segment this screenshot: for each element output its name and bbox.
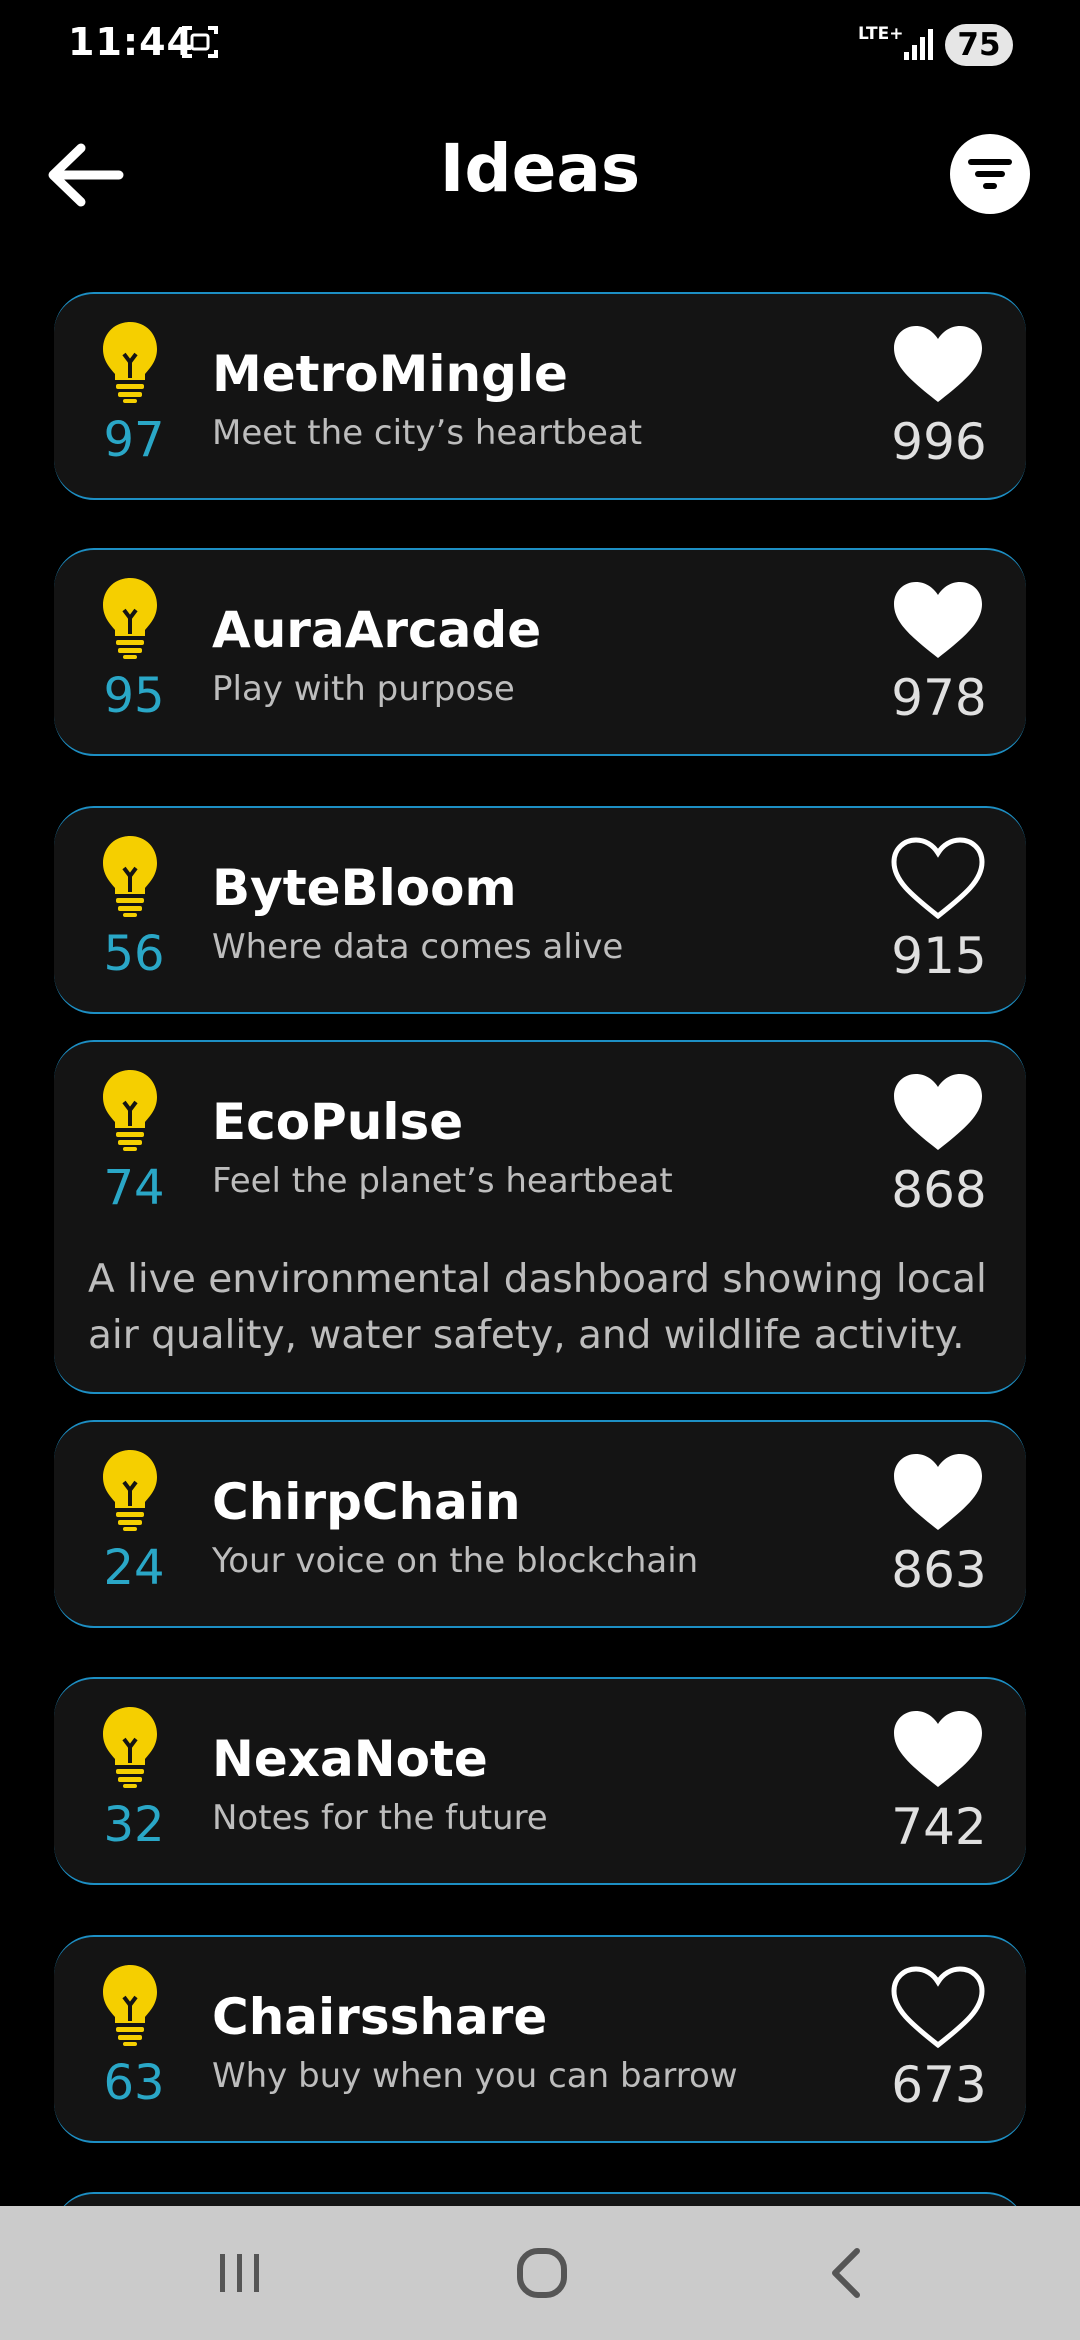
like-count: 673 [891,2056,987,2114]
home-button[interactable] [462,2206,622,2340]
idea-score: 95 [103,668,165,724]
idea-card[interactable]: 63 Chairsshare Why buy when you can barrow… [54,1935,1026,2143]
like-count: 996 [891,413,987,471]
heart-filled-icon[interactable] [890,578,986,662]
filter-icon [968,159,1012,189]
idea-score: 56 [103,926,165,982]
heart-filled-icon[interactable] [890,1070,986,1154]
idea-description: A live environmental dashboard showing l… [88,1257,987,1358]
heart-outline-icon[interactable] [890,836,986,920]
lightbulb-icon [100,834,160,918]
battery-indicator: 75 [945,24,1013,66]
idea-score: 24 [103,1540,165,1596]
idea-tagline: Where data comes alive [212,927,624,967]
idea-tagline: Meet the city’s heartbeat [212,413,643,453]
idea-tagline: Your voice on the blockchain [212,1541,699,1581]
idea-card[interactable]: 97 MetroMingle Meet the city’s heartbeat 99… [54,292,1026,500]
heart-outline-icon[interactable] [890,1965,986,2049]
heart-filled-icon[interactable] [890,322,986,406]
lightbulb-icon [100,1963,160,2047]
idea-card[interactable]: 24 ChirpChain Your voice on the blockchain… [54,1420,1026,1628]
signal-icon [904,29,933,60]
idea-title: MetroMingle [212,345,568,403]
lightbulb-icon [100,1448,160,1532]
idea-score: 74 [103,1160,165,1216]
idea-tagline: Play with purpose [212,669,515,709]
like-count: 915 [891,927,987,985]
idea-tagline: Notes for the future [212,1798,548,1838]
idea-title: ChirpChain [212,1473,521,1531]
idea-title: EcoPulse [212,1093,464,1151]
lightbulb-icon [100,1705,160,1789]
idea-card[interactable]: 74 EcoPulse Feel the planet’s heartbeat 868… [54,1040,1026,1394]
idea-title: AuraArcade [212,601,542,659]
status-time: 11:44 [68,20,194,64]
heart-filled-icon[interactable] [890,1450,986,1534]
lightbulb-icon [100,1068,160,1152]
recent-apps-button[interactable] [160,2206,320,2340]
idea-card[interactable]: 32 NexaNote Notes for the future 742 [54,1677,1026,1885]
idea-title: Chairsshare [212,1988,548,2046]
idea-title: ByteBloom [212,859,517,917]
system-back-button[interactable] [766,2206,926,2340]
like-count: 863 [891,1541,987,1599]
idea-card[interactable]: 95 AuraArcade Play with purpose 978 [54,548,1026,756]
idea-card[interactable]: 56 ByteBloom Where data comes alive 915 [54,806,1026,1014]
lightbulb-icon [100,576,160,660]
idea-tagline: Why buy when you can barrow [212,2056,738,2096]
screenshot-icon [182,26,218,58]
navigation-bar [0,2206,1080,2340]
network-type: LTE+ [858,24,904,44]
like-count: 978 [891,669,987,727]
like-count: 742 [891,1798,987,1856]
recent-apps-icon [220,2254,259,2292]
status-bar: 11:44 LTE+ 75 [0,0,1080,90]
page-title: Ideas [439,130,641,207]
like-count: 868 [891,1161,987,1219]
filter-button[interactable] [950,134,1030,214]
heart-filled-icon[interactable] [890,1707,986,1791]
idea-tagline: Feel the planet’s heartbeat [212,1161,673,1201]
home-icon [517,2248,567,2298]
idea-score: 63 [103,2055,165,2111]
idea-score: 97 [103,412,165,468]
idea-title: NexaNote [212,1730,488,1788]
back-icon [832,2248,860,2298]
idea-score: 32 [103,1797,165,1853]
lightbulb-icon [100,320,160,404]
